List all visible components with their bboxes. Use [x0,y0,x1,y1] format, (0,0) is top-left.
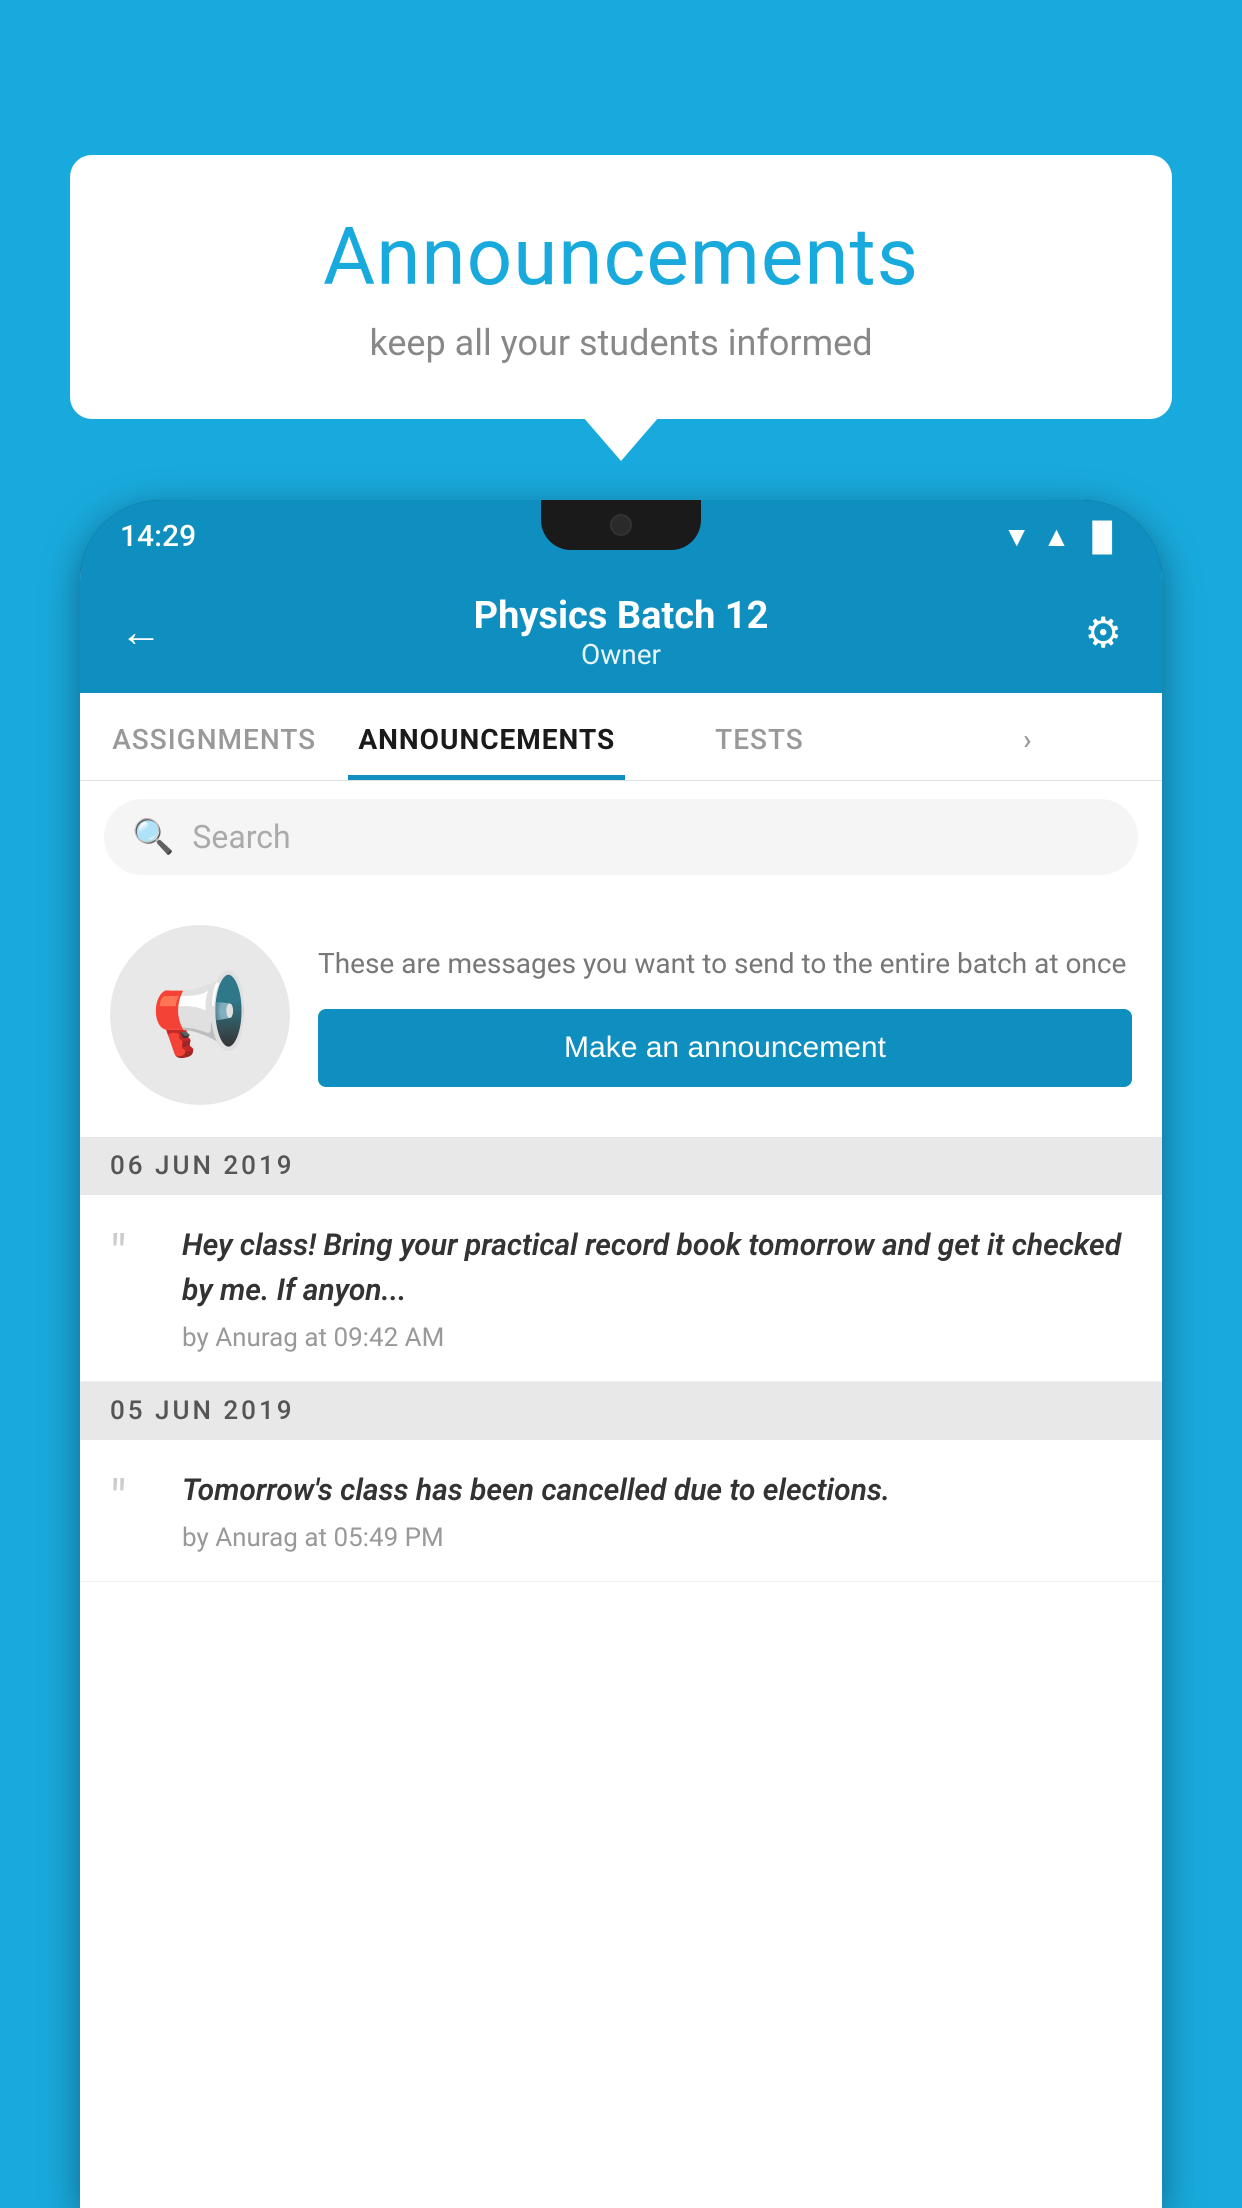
promo-description: These are messages you want to send to t… [318,943,1132,985]
announcement-item-2[interactable]: " Tomorrow's class has been cancelled du… [80,1440,1162,1582]
camera-notch [610,514,632,536]
settings-icon[interactable]: ⚙ [1062,608,1122,658]
announcements-title: Announcements [130,210,1112,304]
tab-tests[interactable]: TESTS [625,693,893,780]
back-button[interactable]: ← [120,608,180,657]
announcement-content-2: Tomorrow's class has been cancelled due … [182,1468,1132,1553]
search-container: 🔍 Search [80,781,1162,893]
promo-card: 📢 These are messages you want to send to… [80,893,1162,1137]
phone-inner: ← Physics Batch 12 Owner ⚙ ASSIGNMENTS A… [80,572,1162,2208]
quote-icon-2: " [110,1474,160,1526]
quote-icon-1: " [110,1229,160,1281]
announcement-meta-2: by Anurag at 05:49 PM [182,1523,1132,1553]
make-announcement-button[interactable]: Make an announcement [318,1009,1132,1087]
promo-icon-circle: 📢 [110,925,290,1105]
signal-icon: ▲ [1043,520,1071,553]
announcement-content-1: Hey class! Bring your practical record b… [182,1223,1132,1353]
app-header: ← Physics Batch 12 Owner ⚙ [80,572,1162,693]
megaphone-icon: 📢 [150,968,250,1062]
header-center: Physics Batch 12 Owner [180,594,1062,671]
announcement-meta-1: by Anurag at 09:42 AM [182,1323,1132,1353]
notch [541,500,701,550]
wifi-icon: ▼ [1003,520,1031,553]
search-placeholder: Search [192,818,290,856]
promo-right: These are messages you want to send to t… [318,943,1132,1087]
tab-assignments[interactable]: ASSIGNMENTS [80,693,348,780]
status-time: 14:29 [120,519,196,554]
batch-title: Physics Batch 12 [180,594,1062,638]
battery-icon: ▐▌ [1082,520,1122,553]
announcement-text-2: Tomorrow's class has been cancelled due … [182,1468,1132,1513]
phone-frame: 14:29 ▼ ▲ ▐▌ ← Physics Batch 12 Owner ⚙ … [80,500,1162,2208]
status-bar: 14:29 ▼ ▲ ▐▌ [80,500,1162,572]
date-separator-2: 05 JUN 2019 [80,1382,1162,1440]
speech-bubble-card: Announcements keep all your students inf… [70,155,1172,419]
search-bar[interactable]: 🔍 Search [104,799,1138,875]
search-icon: 🔍 [132,817,174,857]
tab-announcements[interactable]: ANNOUNCEMENTS [348,693,625,780]
batch-role: Owner [180,638,1062,671]
announcement-item-1[interactable]: " Hey class! Bring your practical record… [80,1195,1162,1382]
tabs-bar: ASSIGNMENTS ANNOUNCEMENTS TESTS › [80,693,1162,781]
announcement-text-1: Hey class! Bring your practical record b… [182,1223,1132,1313]
speech-bubble-section: Announcements keep all your students inf… [70,155,1172,419]
tab-more[interactable]: › [894,693,1162,780]
status-icons: ▼ ▲ ▐▌ [1003,520,1122,553]
announcements-subtitle: keep all your students informed [130,322,1112,364]
date-separator-1: 06 JUN 2019 [80,1137,1162,1195]
